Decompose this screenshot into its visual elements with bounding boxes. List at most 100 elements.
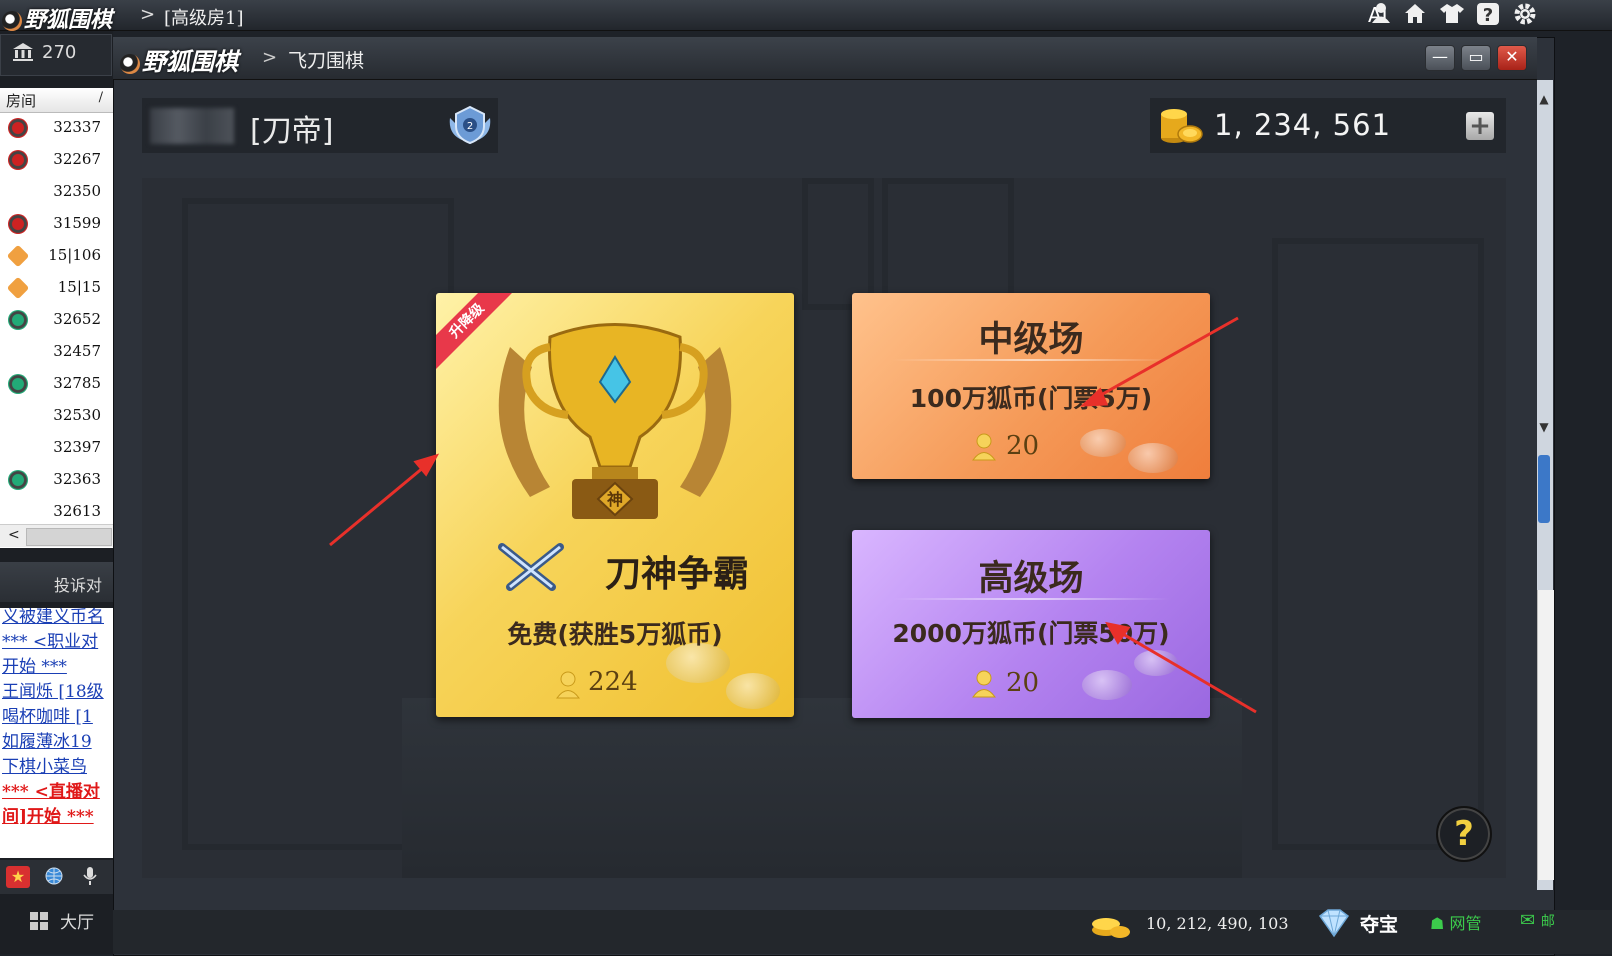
room-list-row-label: 31599: [53, 214, 101, 232]
bank-icon: [12, 42, 34, 67]
maximize-button[interactable]: ▭: [1461, 45, 1491, 71]
room-list-row[interactable]: 32267: [0, 144, 113, 176]
fox-logo-icon: [2, 11, 22, 31]
minimize-button[interactable]: —: [1425, 45, 1455, 71]
green-stone-icon: [8, 470, 28, 490]
chat-line[interactable]: 开始 ***: [2, 652, 67, 677]
background-panel-edge: [1537, 590, 1554, 880]
add-coins-button[interactable]: +: [1466, 112, 1494, 140]
trophy-emblem-text: 神: [607, 490, 623, 509]
room-list-row[interactable]: 31599: [0, 208, 113, 240]
chat-line[interactable]: 如履薄冰19: [2, 727, 92, 752]
room-column-header[interactable]: 房间: [6, 90, 36, 111]
arena-panel: [142, 178, 1506, 878]
bank-count: 270: [42, 42, 77, 63]
advanced-field-subtitle: 2000万狐币(门票50万): [892, 619, 1170, 648]
room-list-hscrollbar[interactable]: <: [0, 524, 113, 547]
blurred-username: [150, 108, 234, 144]
svg-text:?: ?: [1483, 5, 1493, 26]
scroll-left-icon[interactable]: <: [8, 527, 20, 543]
room-list-row[interactable]: 15|106: [0, 240, 113, 272]
left-toolbar: ★: [0, 860, 113, 894]
trophy-icon: 神: [498, 323, 732, 519]
room-list-row[interactable]: 32530: [0, 400, 113, 432]
chat-line[interactable]: *** <直播对: [2, 777, 100, 802]
coin-decoration: [726, 673, 780, 709]
complain-label[interactable]: 投诉对: [54, 572, 102, 596]
svg-text:2: 2: [467, 121, 473, 132]
gear-icon[interactable]: [1512, 2, 1538, 26]
red-stone-icon: [8, 150, 28, 170]
user-icon[interactable]: [1370, 2, 1392, 26]
user-title: [刀帝]: [250, 114, 334, 149]
chat-line[interactable]: 王闻烁 [18级: [2, 677, 104, 702]
breadcrumb-separator: >: [140, 4, 156, 25]
room-list-row-label: 32350: [53, 182, 101, 200]
card-divider: [892, 359, 1170, 361]
rank-badge-icon[interactable]: 2: [446, 104, 494, 146]
background-scroll-thumb[interactable]: [1538, 455, 1550, 523]
room-list-row-label: 32785: [53, 374, 101, 392]
chat-log: 义被建义币名 *** <职业对 开始 *** 王闻烁 [18级 喝杯咖啡 [1 如履薄冰1…: [0, 608, 113, 858]
advanced-field-card[interactable]: 高级场 2000万狐币(门票50万) 20: [852, 530, 1210, 718]
room-list-row[interactable]: 32350: [0, 176, 113, 208]
complain-bar[interactable]: 投诉对: [0, 562, 113, 602]
hall-tab[interactable]: 大厅: [60, 908, 94, 933]
chat-line[interactable]: 义被建义币名: [2, 608, 104, 627]
room-list-row[interactable]: 32397: [0, 432, 113, 464]
chat-line[interactable]: 间]开始 ***: [2, 802, 94, 827]
room-list-header[interactable]: 房间 ∕: [0, 88, 113, 113]
help-icon[interactable]: ?: [1476, 2, 1500, 26]
room-list-row[interactable]: 32652: [0, 304, 113, 336]
network-icon: ☗: [1430, 914, 1445, 933]
room-list-row[interactable]: 15|15: [0, 272, 113, 304]
scroll-down-icon[interactable]: ▼: [1537, 420, 1551, 440]
home-icon[interactable]: [1402, 2, 1428, 26]
hall-grid-icon: [30, 912, 48, 934]
room-list-row-label: 15|106: [48, 246, 101, 264]
room-list-row-label: 15|15: [57, 278, 101, 296]
close-button[interactable]: ✕: [1497, 45, 1527, 71]
diamond-icon[interactable]: [1314, 908, 1354, 943]
room-list-row[interactable]: 32785: [0, 368, 113, 400]
background-window: [882, 178, 1014, 310]
coin-stack-icon: [1158, 104, 1206, 146]
intermediate-field-card[interactable]: 中级场 100万狐币(门票5万) 20: [852, 293, 1210, 479]
room-list-row-label: 32457: [53, 342, 101, 360]
green-stone-icon: [8, 310, 28, 330]
status-amount: 10, 212, 490, 103: [1146, 914, 1289, 933]
room-list-row-label: 32530: [53, 406, 101, 424]
players-icon: [972, 433, 996, 461]
help-button[interactable]: ?: [1436, 806, 1492, 862]
shirt-icon[interactable]: [1438, 2, 1466, 26]
chat-line[interactable]: 喝杯咖啡 [1: [2, 702, 93, 727]
scroll-thumb[interactable]: [26, 528, 112, 546]
chat-line[interactable]: *** <职业对: [2, 627, 98, 652]
network-admin-button[interactable]: ☗ 网管: [1430, 910, 1481, 934]
coin-decoration: [1080, 429, 1126, 457]
microphone-icon[interactable]: [78, 866, 102, 888]
dialog-logo-text: 野狐围棋: [142, 47, 238, 76]
coin-amount: 1, 234, 561: [1214, 108, 1392, 142]
god-battle-card[interactable]: 升降级 神 刀神争霸 免费(获胜5万狐币) 224: [436, 293, 794, 717]
room-list-row[interactable]: 32457: [0, 336, 113, 368]
red-stone-icon: [8, 118, 28, 138]
scroll-up-icon[interactable]: ▲: [1537, 92, 1551, 112]
mail-button[interactable]: ✉ 邮: [1520, 910, 1555, 931]
room-list-row[interactable]: 32363: [0, 464, 113, 496]
room-list-row[interactable]: 32337: [0, 112, 113, 144]
room-list-row-label: 32397: [53, 438, 101, 456]
players-icon: [972, 670, 996, 698]
background-pillar: [802, 178, 874, 310]
background-screen-right: [1272, 238, 1484, 850]
coin-decoration: [1128, 443, 1178, 473]
chat-line[interactable]: 下棋小菜鸟: [2, 752, 87, 777]
treasure-button[interactable]: 夺宝: [1360, 910, 1398, 937]
coin-decoration: [1082, 670, 1132, 700]
room-list-row-label: 32652: [53, 310, 101, 328]
network-admin-label: 网管: [1449, 914, 1482, 933]
globe-icon[interactable]: [42, 866, 66, 888]
flag-icon[interactable]: ★: [6, 866, 30, 888]
red-stone-icon: [8, 214, 28, 234]
advanced-field-player-count: 20: [1006, 668, 1040, 698]
